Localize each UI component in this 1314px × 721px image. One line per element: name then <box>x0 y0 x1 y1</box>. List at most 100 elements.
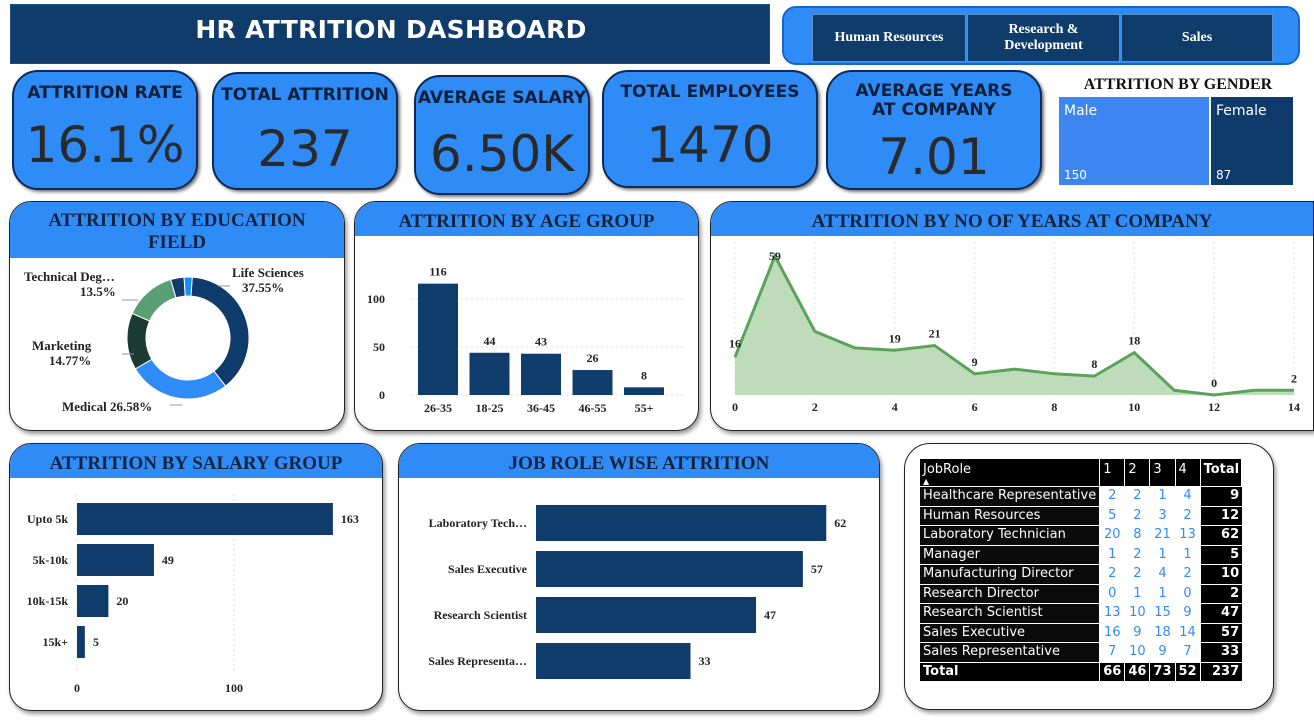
x-tick-label: 46-55 <box>579 401 607 415</box>
donut-slice <box>131 278 177 322</box>
column-header-4[interactable]: 4 <box>1174 458 1201 487</box>
table-row: Research Director 0 1 1 0 2 <box>918 583 1244 604</box>
x-tick-label: 2 <box>812 400 818 414</box>
cell-value: 3 <box>1149 505 1176 526</box>
cell-value: 0 <box>1174 583 1201 604</box>
x-tick-label: 12 <box>1208 400 1220 414</box>
cell-total-value: 66 <box>1099 661 1126 682</box>
salary-bar-chart: 0 100 Upto 5k 163 5k-10k 49 10k-15k 20 15k+ 5 <box>27 494 359 695</box>
cell-value: 1 <box>1099 544 1126 565</box>
kpi-value: 7.01 <box>878 128 990 186</box>
donut-slice <box>134 358 227 400</box>
female-label: Female <box>1216 103 1267 119</box>
column-header-jobrole[interactable]: JobRole ▲ <box>918 458 1101 487</box>
bar-value-label: 8 <box>641 368 647 382</box>
bar-value-label: 62 <box>834 516 846 530</box>
cell-value: 9 <box>1174 603 1201 624</box>
kpi-label: ATTRITION RATE <box>27 83 183 103</box>
bar-value-label: 20 <box>116 594 128 608</box>
column-header-1[interactable]: 1 <box>1099 458 1126 487</box>
cell-value: 20 <box>1099 525 1126 546</box>
kpi-average-salary: AVERAGE SALARY 6.50K <box>414 75 590 195</box>
x-tick-label: 10 <box>1128 400 1140 414</box>
salary-bar <box>77 544 154 576</box>
cell-value: 2 <box>1124 564 1151 585</box>
cell-value: 18 <box>1149 622 1176 643</box>
point-value-label: 18 <box>1128 334 1140 348</box>
bar-value-label: 163 <box>341 512 359 526</box>
bar-value-label: 57 <box>811 562 823 576</box>
cell-value: 2 <box>1099 564 1126 585</box>
donut-value-label: 37.55% <box>242 280 284 295</box>
cell-jobrole: Laboratory Technician <box>918 525 1101 546</box>
y-tick-label: Laboratory Tech… <box>429 516 527 530</box>
cell-total-value: 73 <box>1149 661 1176 682</box>
cell-jobrole: Sales Executive <box>918 622 1101 643</box>
cell-value: 2 <box>1174 564 1201 585</box>
y-tick-label: 50 <box>373 340 385 354</box>
kpi-value: 16.1% <box>25 116 185 174</box>
x-tick-label: 6 <box>972 400 978 414</box>
dept-button-research-development[interactable]: Research & Development <box>967 14 1120 62</box>
cell-total: 62 <box>1199 525 1244 546</box>
male-value: 150 <box>1064 168 1087 182</box>
bar-value-label: 26 <box>587 351 599 365</box>
point-value-label: 9 <box>972 355 978 369</box>
point-value-label: 2 <box>1291 371 1297 385</box>
point-value-label: 0 <box>1211 376 1217 390</box>
gender-female-tile[interactable]: Female 87 <box>1210 96 1294 186</box>
x-tick-label: 0 <box>732 400 738 414</box>
cell-value: 9 <box>1124 622 1151 643</box>
jobrole-bar <box>536 597 757 633</box>
gender-male-tile[interactable]: Male 150 <box>1058 96 1210 186</box>
age-bar <box>469 352 510 395</box>
cell-value: 10 <box>1124 603 1151 624</box>
cell-total: 12 <box>1199 505 1244 526</box>
x-tick-label: 0 <box>74 681 80 695</box>
age-bar <box>572 370 613 395</box>
table-row: Healthcare Representative 2 2 1 4 9 <box>918 486 1244 507</box>
x-tick-label: 55+ <box>635 401 654 415</box>
table-row: Sales Representative 7 10 9 7 33 <box>918 642 1244 663</box>
column-header-2[interactable]: 2 <box>1124 458 1151 487</box>
salary-bar <box>77 585 109 617</box>
jobrole-bar <box>536 505 827 541</box>
cell-value: 2 <box>1099 486 1126 507</box>
donut-label: Marketing <box>32 338 92 353</box>
donut-slice <box>190 276 250 387</box>
donut-label: Life Sciences <box>232 265 304 280</box>
dept-button-human-resources[interactable]: Human Resources <box>812 14 966 62</box>
jobrole-bar-chart: Laboratory Tech… 62 Sales Executive 57 Resea… <box>428 505 846 679</box>
x-tick-label: 36-45 <box>527 401 555 415</box>
age-bar <box>624 387 664 395</box>
table-row: Research Scientist 13 10 15 9 47 <box>918 603 1244 624</box>
cell-value: 7 <box>1174 642 1201 663</box>
table-row: Sales Executive 16 9 18 14 57 <box>918 622 1244 643</box>
cell-value: 16 <box>1099 622 1126 643</box>
cell-jobrole: Manufacturing Director <box>918 564 1101 585</box>
table-row: Manufacturing Director 2 2 4 2 10 <box>918 564 1244 585</box>
donut-slice <box>183 276 193 297</box>
dept-button-sales[interactable]: Sales <box>1121 14 1273 62</box>
cell-value: 7 <box>1099 642 1126 663</box>
cell-total: 47 <box>1199 603 1244 624</box>
point-value-label: 59 <box>769 249 781 263</box>
cell-value: 21 <box>1149 525 1176 546</box>
kpi-label: AVERAGE YEARS AT COMPANY <box>855 81 1013 120</box>
cell-value: 4 <box>1149 564 1176 585</box>
bar-value-label: 47 <box>764 608 776 622</box>
cell-value: 1 <box>1149 486 1176 507</box>
column-header-total[interactable]: Total <box>1199 458 1244 487</box>
page-title: HR ATTRITION DASHBOARD <box>195 15 587 44</box>
donut-slice <box>126 312 153 370</box>
column-header-3[interactable]: 3 <box>1149 458 1176 487</box>
table-row: Manager 1 2 1 1 5 <box>918 544 1244 565</box>
cell-jobrole: Research Director <box>918 583 1101 604</box>
kpi-value: 1470 <box>646 116 774 174</box>
bar-value-label: 43 <box>535 335 547 349</box>
bar-value-label: 33 <box>699 654 711 668</box>
cell-value: 5 <box>1099 505 1126 526</box>
cell-value: 2 <box>1124 544 1151 565</box>
cell-total-value: 46 <box>1124 661 1151 682</box>
kpi-value: 6.50K <box>429 125 575 183</box>
